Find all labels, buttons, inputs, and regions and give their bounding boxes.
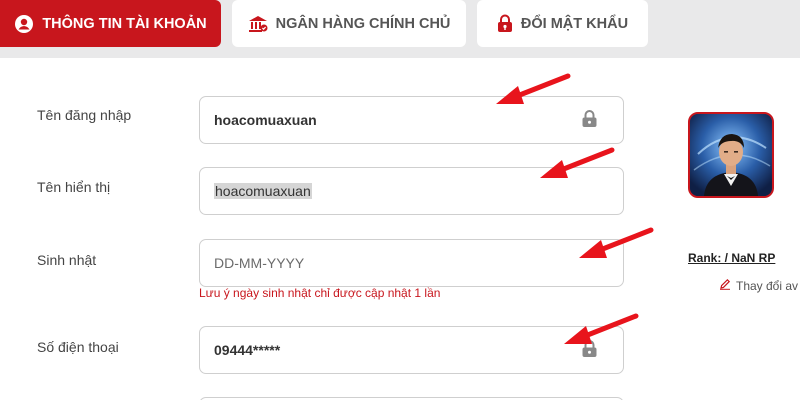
tab-bar: THÔNG TIN TÀI KHOẢN NGÂN HÀNG CHÍNH CHỦ … [0,0,800,58]
username-value: hoacomuaxuan [214,112,317,128]
tab-account-info[interactable]: THÔNG TIN TÀI KHOẢN [0,0,221,47]
tab-label: ĐỔI MẬT KHẨU [520,15,629,32]
bank-icon [248,15,268,33]
tab-label: NGÂN HÀNG CHÍNH CHỦ [275,15,451,32]
tab-bank-account[interactable]: NGÂN HÀNG CHÍNH CHỦ [232,0,466,47]
display-name-value: hoacomuaxuan [214,183,312,199]
birthday-hint: Lưu ý ngày sinh nhật chỉ được cập nhật 1… [199,286,441,300]
annotation-arrow-icon [564,313,639,344]
pencil-icon [719,278,731,293]
lock-icon [582,110,597,131]
change-avatar-link[interactable]: Thay đổi av [719,278,798,293]
display-name-label: Tên hiển thị [37,179,111,195]
birthday-label: Sinh nhật [37,252,97,268]
annotation-arrow-icon [540,147,615,178]
rank-link[interactable]: Rank: / NaN RP [688,251,775,265]
annotation-arrow-icon [579,227,654,258]
phone-value: 09444***** [214,342,281,358]
user-circle-icon [14,14,34,34]
birthday-placeholder: DD-MM-YYYY [214,255,305,271]
username-label: Tên đăng nhập [37,107,132,123]
birthday-input[interactable]: DD-MM-YYYY [199,239,624,287]
annotation-arrow-icon [496,73,571,104]
phone-label: Số điện thoại [37,339,119,355]
tab-label: THÔNG TIN TÀI KHOẢN [42,15,207,32]
avatar[interactable] [688,112,774,198]
change-avatar-label: Thay đổi av [736,278,799,293]
tab-change-password[interactable]: ĐỔI MẬT KHẨU [477,0,648,47]
lock-icon [497,14,513,33]
